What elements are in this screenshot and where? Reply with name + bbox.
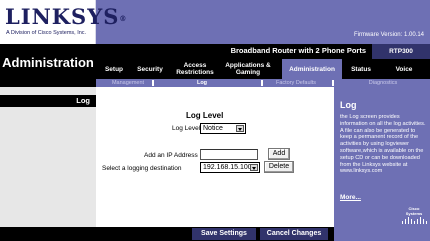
delete-button[interactable]: Delete <box>264 161 294 173</box>
log-level-value: Notice <box>203 125 223 132</box>
page-title: Administration <box>2 55 94 70</box>
model-number: RTP300 <box>372 44 430 59</box>
chevron-down-icon[interactable] <box>250 164 258 171</box>
help-more-link[interactable]: More... <box>340 194 361 201</box>
product-name: Broadband Router with 2 Phone Ports <box>230 46 366 55</box>
left-column <box>0 87 96 227</box>
page-title-block: Administration <box>0 44 96 87</box>
subtab-separator <box>152 80 154 86</box>
subtab-factory-defaults[interactable]: Factory Defaults <box>266 79 326 87</box>
logging-destination-label: Select a logging destination <box>102 165 182 172</box>
subtab-separator <box>261 80 263 86</box>
tab-applications-gaming[interactable]: Applications & Gaming <box>220 59 276 79</box>
ip-address-input[interactable] <box>200 149 258 160</box>
linksys-logo: LINKSYS® A Division of Cisco Systems, In… <box>0 0 126 44</box>
logging-destination-value: 192.168.15.100 <box>203 164 252 171</box>
cancel-changes-button[interactable]: Cancel Changes <box>260 228 328 240</box>
help-panel: Log the Log screen provides information … <box>334 87 430 227</box>
save-settings-button[interactable]: Save Settings <box>192 228 256 240</box>
logging-destination-select[interactable]: 192.168.15.100 <box>200 162 260 173</box>
main-content: Log Level Log Level Notice Add an IP Add… <box>96 87 334 227</box>
tab-access-restrictions[interactable]: Access Restrictions <box>174 59 216 79</box>
section-label: Log <box>76 96 90 105</box>
tab-setup[interactable]: Setup <box>100 59 128 79</box>
subtab-diagnostics[interactable]: Diagnostics <box>346 79 420 87</box>
help-text: the Log screen provides information on a… <box>340 114 426 175</box>
sub-tabs: Management Log Factory Defaults Diagnost… <box>96 79 430 87</box>
log-level-label: Log Level <box>172 125 201 132</box>
footer-right <box>334 227 430 241</box>
tab-voice[interactable]: Voice <box>384 59 424 79</box>
chevron-down-icon[interactable] <box>236 125 244 132</box>
subtab-log[interactable]: Log <box>168 79 236 87</box>
footer-bar: Save Settings Cancel Changes <box>96 227 334 241</box>
main-tabs: Setup Security Access Restrictions Appli… <box>96 59 430 79</box>
subtab-separator <box>332 80 334 86</box>
cisco-systems-logo: Cisco Systems <box>400 206 428 226</box>
logo-tagline: A Division of Cisco Systems, Inc. <box>6 30 87 36</box>
logo-wordmark: LINKSYS® <box>5 4 128 29</box>
cisco-bridge-icon <box>402 217 427 224</box>
product-bar: Broadband Router with 2 Phone Ports RTP3… <box>96 44 430 59</box>
subtab-management[interactable]: Management <box>102 79 154 87</box>
add-ip-label: Add an IP Address <box>144 152 198 159</box>
tab-administration[interactable]: Administration <box>282 59 342 79</box>
tab-status[interactable]: Status <box>344 59 378 79</box>
tab-security[interactable]: Security <box>132 59 168 79</box>
section-label-strip: Log <box>0 95 96 107</box>
help-title: Log <box>340 100 357 110</box>
footer-left <box>0 227 96 241</box>
log-level-select[interactable]: Notice <box>200 123 246 134</box>
header-band: LINKSYS® A Division of Cisco Systems, In… <box>0 0 430 44</box>
log-level-heading: Log Level <box>186 111 224 120</box>
firmware-version: Firmware Version: 1.00.14 <box>353 32 424 38</box>
add-button[interactable]: Add <box>268 148 290 160</box>
